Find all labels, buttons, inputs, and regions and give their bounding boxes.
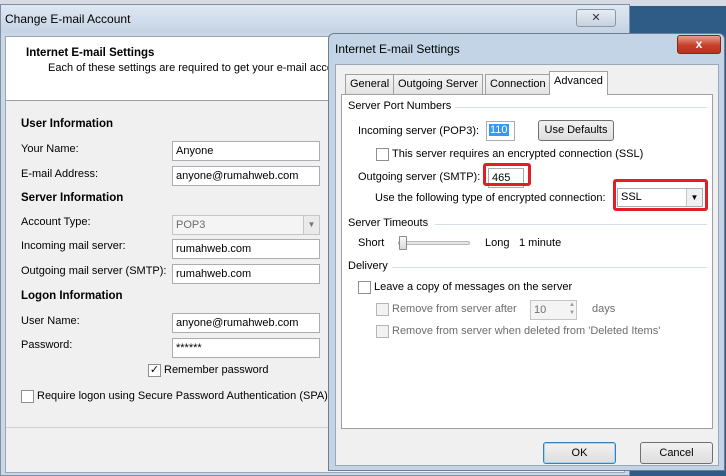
email-address-label: E-mail Address: xyxy=(21,168,99,180)
ssl-incoming-label: This server requires an encrypted connec… xyxy=(392,148,644,160)
remove-after-label: Remove from server after xyxy=(392,303,517,315)
tab-advanced[interactable]: Advanced xyxy=(549,71,608,95)
incoming-port-field[interactable]: 110 xyxy=(486,121,515,141)
incoming-server-field[interactable]: rumahweb.com xyxy=(172,239,320,259)
incoming-server-label: Incoming mail server: xyxy=(21,240,126,252)
internet-email-settings-dialog: Internet E-mail Settings x General Outgo… xyxy=(328,33,725,471)
group-divider xyxy=(435,224,707,225)
close-icon: x xyxy=(695,37,703,51)
user-name-label: User Name: xyxy=(21,315,80,327)
remember-password-label: Remember password xyxy=(164,364,269,376)
cancel-button[interactable]: Cancel xyxy=(640,442,713,464)
encryption-type-label: Use the following type of encrypted conn… xyxy=(375,192,606,204)
outgoing-server-field[interactable]: rumahweb.com xyxy=(172,264,320,284)
server-port-numbers-heading: Server Port Numbers xyxy=(348,100,452,112)
tab-connection[interactable]: Connection xyxy=(485,74,551,94)
user-name-field[interactable]: anyone@rumahweb.com xyxy=(172,313,320,333)
password-field[interactable]: ****** xyxy=(172,338,320,358)
timeout-slider-thumb[interactable] xyxy=(399,236,407,250)
use-defaults-button[interactable]: Use Defaults xyxy=(538,120,614,141)
dialog-client: General Outgoing Server Connection Advan… xyxy=(335,64,719,466)
server-timeouts-heading: Server Timeouts xyxy=(348,217,429,229)
tab-outgoing-server[interactable]: Outgoing Server xyxy=(393,74,484,94)
ok-button[interactable]: OK xyxy=(543,442,616,464)
remove-after-days-value: 10 xyxy=(534,304,547,316)
incoming-port-value: 110 xyxy=(489,124,509,136)
your-name-field[interactable]: Anyone xyxy=(172,141,320,161)
logon-information-heading: Logon Information xyxy=(21,290,123,302)
group-divider xyxy=(392,267,707,268)
outgoing-port-highlight xyxy=(483,163,531,186)
timeout-short-label: Short xyxy=(358,237,385,249)
window-title: Change E-mail Account xyxy=(5,12,131,26)
days-label: days xyxy=(592,303,616,315)
outgoing-server-label: Outgoing mail server (SMTP): xyxy=(21,265,167,277)
spa-label: Require logon using Secure Password Auth… xyxy=(37,390,328,402)
outgoing-port-label: Outgoing server (SMTP): xyxy=(358,171,481,183)
remember-password-checkbox[interactable]: ✓ xyxy=(148,364,161,377)
account-type-value: POP3 xyxy=(176,219,206,231)
account-type-label: Account Type: xyxy=(21,216,91,228)
user-information-heading: User Information xyxy=(21,118,114,130)
header-title: Internet E-mail Settings xyxy=(26,47,155,59)
server-information-heading: Server Information xyxy=(21,192,124,204)
leave-copy-label: Leave a copy of messages on the server xyxy=(374,281,573,293)
email-address-field[interactable]: anyone@rumahweb.com xyxy=(172,166,320,186)
timeout-value: 1 minute xyxy=(519,237,562,249)
incoming-port-label: Incoming server (POP3): xyxy=(358,125,480,137)
account-type-select: POP3 ▼ xyxy=(172,215,320,235)
group-divider xyxy=(455,107,707,108)
encryption-type-highlight xyxy=(613,179,708,211)
chevron-down-icon: ▼ xyxy=(303,216,319,234)
remove-after-checkbox xyxy=(376,303,389,316)
close-button[interactable]: ✕ xyxy=(576,9,616,27)
dialog-title: Internet E-mail Settings xyxy=(335,42,460,56)
password-label: Password: xyxy=(21,339,73,351)
tab-general[interactable]: General xyxy=(345,74,395,94)
timeout-slider-track[interactable] xyxy=(398,236,470,250)
close-button[interactable]: x xyxy=(677,35,721,54)
timeout-long-label: Long xyxy=(485,237,510,249)
header-subtitle: Each of these settings are required to g… xyxy=(48,62,333,74)
ssl-incoming-checkbox[interactable] xyxy=(376,148,389,161)
delivery-heading: Delivery xyxy=(348,260,388,272)
spinner-arrows-icon: ▲ ▼ xyxy=(569,302,575,316)
advanced-tab-panel: Server Port Numbers Incoming server (POP… xyxy=(341,94,713,429)
leave-copy-checkbox[interactable] xyxy=(358,281,371,294)
remove-when-deleted-checkbox xyxy=(376,325,389,338)
spa-checkbox[interactable] xyxy=(21,390,34,403)
remove-after-days-stepper: 10 ▲ ▼ xyxy=(530,300,577,320)
your-name-label: Your Name: xyxy=(21,143,79,155)
window-titlebar: Change E-mail Account ✕ xyxy=(1,5,629,33)
remove-when-deleted-label: Remove from server when deleted from 'De… xyxy=(392,325,661,337)
close-icon: ✕ xyxy=(591,12,601,24)
